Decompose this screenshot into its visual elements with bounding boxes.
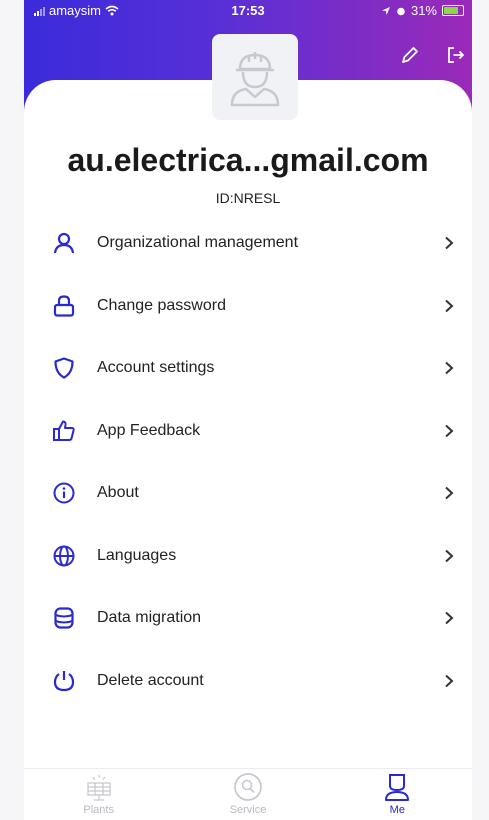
menu-item-organizational-management[interactable]: Organizational management	[24, 212, 472, 275]
user-id: ID:NRESL	[215, 190, 281, 206]
menu-item-languages[interactable]: Languages	[24, 525, 472, 588]
menu-item-account-settings[interactable]: Account settings	[24, 337, 472, 400]
menu-item-label: Data migration	[97, 609, 202, 627]
avatar[interactable]	[212, 34, 298, 120]
profile-menu: Organizational management Change passwor…	[24, 212, 472, 712]
location-icon	[381, 6, 390, 15]
worker-avatar-icon	[230, 52, 280, 107]
chevron-right-icon	[442, 674, 456, 688]
battery-icon	[442, 5, 464, 16]
menu-item-label: Organizational management	[97, 234, 299, 252]
globe-icon	[53, 545, 75, 567]
tab-label: Service	[229, 804, 267, 816]
phone-screen: amaysim 17:53 31% au.electrica...gmail.c…	[0, 0, 489, 820]
chevron-right-icon	[442, 486, 456, 500]
chevron-right-icon	[442, 611, 456, 625]
menu-item-delete-account[interactable]: Delete account	[24, 650, 472, 713]
menu-item-label: Delete account	[97, 671, 204, 689]
tab-service[interactable]: Service	[173, 769, 322, 820]
menu-item-label: About	[97, 484, 139, 502]
edit-profile-button[interactable]	[399, 44, 421, 66]
tab-label: Plants	[83, 804, 114, 816]
chevron-right-icon	[442, 299, 456, 313]
right-margin	[472, 0, 489, 820]
tab-plants[interactable]: Plants	[24, 769, 173, 820]
solar-panel-icon	[87, 775, 111, 801]
menu-item-change-password[interactable]: Change password	[24, 275, 472, 338]
chevron-right-icon	[442, 424, 456, 438]
menu-item-label: App Feedback	[97, 421, 201, 439]
menu-item-data-migration[interactable]: Data migration	[24, 587, 472, 650]
info-icon	[53, 482, 75, 504]
thumbs-up-icon	[53, 420, 75, 441]
me-icon	[385, 774, 410, 801]
chevron-right-icon	[442, 549, 456, 563]
logout-button[interactable]	[445, 44, 467, 66]
power-icon	[53, 670, 75, 691]
menu-item-label: Change password	[97, 296, 226, 314]
menu-item-label: Languages	[97, 546, 177, 564]
status-bar: amaysim 17:53 31%	[24, 0, 472, 22]
alarm-icon	[397, 7, 405, 15]
database-icon	[54, 607, 74, 629]
shield-icon	[54, 357, 74, 379]
left-margin	[0, 0, 24, 820]
logout-icon	[448, 47, 464, 63]
service-icon	[234, 773, 262, 801]
bottom-tab-bar: Plants Service Me	[24, 768, 472, 820]
battery-percent: 31%	[410, 3, 437, 18]
user-email: au.electrica...gmail.com	[67, 142, 429, 178]
chevron-right-icon	[442, 361, 456, 375]
menu-item-label: Account settings	[97, 359, 215, 377]
menu-item-about[interactable]: About	[24, 462, 472, 525]
tab-me[interactable]: Me	[323, 769, 472, 820]
menu-item-app-feedback[interactable]: App Feedback	[24, 400, 472, 463]
chevron-right-icon	[442, 236, 456, 250]
person-icon	[53, 233, 75, 254]
lock-icon	[53, 295, 75, 317]
pencil-icon	[402, 47, 418, 63]
tab-label: Me	[389, 804, 405, 816]
